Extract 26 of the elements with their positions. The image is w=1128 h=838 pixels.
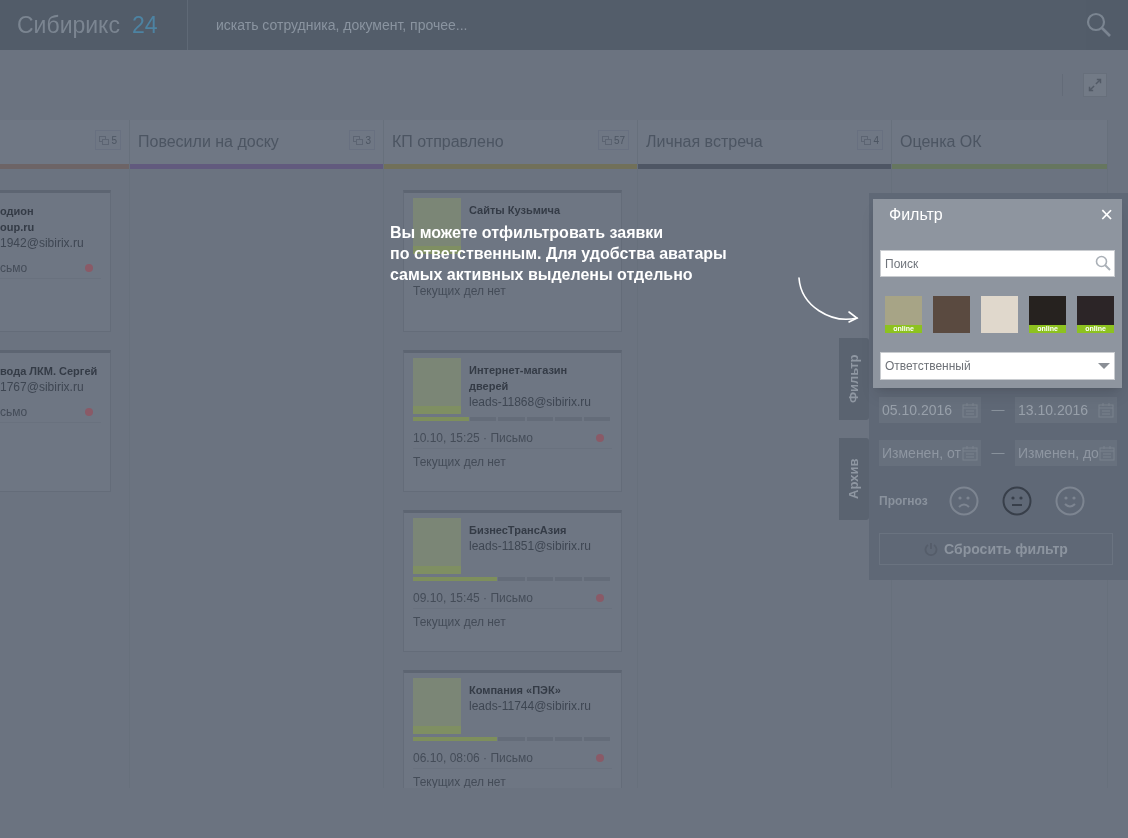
caret-icon <box>1098 362 1110 370</box>
avatar-photo[interactable] <box>933 296 970 333</box>
dash: — <box>990 444 1006 463</box>
responsible-dropdown[interactable]: Ответственный <box>880 352 1115 380</box>
face-sad-icon[interactable] <box>949 486 979 516</box>
card-title: Интернет-магазин <box>469 363 569 378</box>
card-title: дверей <box>469 379 510 394</box>
expand-icon[interactable] <box>1083 73 1107 97</box>
logo-number[interactable]: 24 <box>131 7 158 43</box>
face-happy-icon[interactable] <box>1055 486 1085 516</box>
curved-arrow <box>796 276 860 324</box>
card-title: одион <box>0 204 35 219</box>
card-title: Компания «ПЭК» <box>469 683 562 698</box>
face-neutral-icon[interactable] <box>1002 486 1032 516</box>
card-title: Сайты Кузьмича <box>469 203 561 218</box>
hint-text: Вы можете отфильтровать заявки по ответственным. Для удобства аватары самых активных выделены отдельно <box>390 223 727 285</box>
popup-title: Фильтр <box>889 205 943 225</box>
card-title: oup.ru <box>0 220 36 235</box>
search-field[interactable]: Поиск <box>880 250 1115 277</box>
card-title: вода ЛКМ. Сергей <box>0 364 98 379</box>
dash: — <box>990 401 1006 420</box>
card-title: БизнесТрансАзия <box>469 523 568 538</box>
close-button[interactable]: × <box>1100 204 1113 226</box>
search-icon[interactable] <box>1086 12 1112 38</box>
search-icon <box>1095 255 1111 271</box>
avatar-photo[interactable] <box>981 296 1018 333</box>
